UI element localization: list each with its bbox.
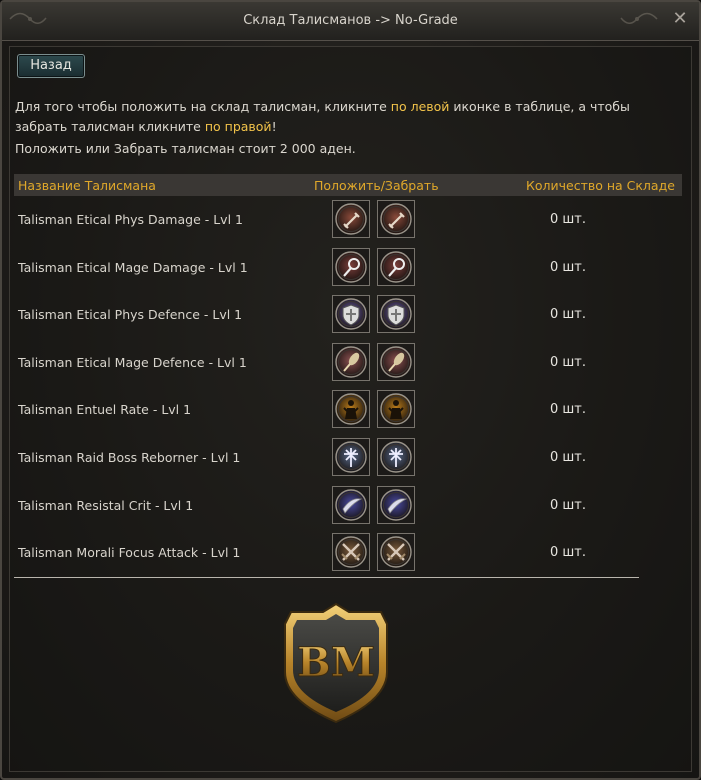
- talisman-name: Talisman Etical Mage Defence - Lvl 1: [18, 354, 247, 370]
- deposit-sword-icon[interactable]: [332, 200, 370, 238]
- instruction-text: Для того чтобы положить на склад талисма…: [15, 99, 391, 114]
- table-divider: [14, 577, 639, 578]
- talisman-quantity: 0 шт.: [549, 354, 586, 370]
- deposit-figure-icon[interactable]: [332, 390, 370, 429]
- talisman-name: Talisman Etical Phys Damage - Lvl 1: [18, 212, 243, 227]
- instruction-highlight-left: по левой: [390, 99, 450, 114]
- talisman-quantity: 0 шт.: [549, 402, 586, 418]
- withdraw-figure-icon[interactable]: [377, 390, 415, 429]
- bm-logo-icon: BM: [284, 602, 388, 724]
- talisman-name: Talisman Resistal Crit - Lvl 1: [18, 497, 194, 513]
- back-button[interactable]: Назад: [17, 54, 85, 78]
- table-header: Название Талисмана Положить/Забрать Коли…: [14, 174, 682, 196]
- talisman-quantity: 0 шт.: [549, 212, 586, 227]
- talisman-name: Talisman Entuel Rate - Lvl 1: [18, 402, 192, 418]
- deposit-crossed-swords-icon[interactable]: [332, 533, 370, 572]
- talisman-name: Talisman Etical Mage Damage - Lvl 1: [18, 259, 248, 275]
- deposit-shield-icon[interactable]: [332, 295, 370, 334]
- withdraw-crossed-swords-icon[interactable]: [377, 533, 415, 572]
- instruction-line-1: Для того чтобы положить на склад талисма…: [15, 99, 630, 114]
- title-bar[interactable]: Склад Талисманов -> No-Grade ✕: [2, 2, 699, 41]
- talisman-quantity: 0 шт.: [549, 450, 586, 465]
- instruction-highlight-right: по правой: [204, 119, 272, 134]
- instruction-text: иконке в таблице, а чтобы: [449, 99, 630, 114]
- svg-text:BM: BM: [297, 639, 375, 686]
- window-title: Склад Талисманов -> No-Grade: [243, 13, 458, 28]
- close-icon[interactable]: ✕: [671, 10, 689, 28]
- talisman-quantity: 0 шт.: [549, 545, 586, 561]
- deposit-blade-icon[interactable]: [332, 485, 370, 524]
- talisman-quantity: 0 шт.: [549, 497, 586, 513]
- header-name: Название Талисмана: [18, 178, 156, 193]
- talisman-quantity: 0 шт.: [549, 259, 586, 275]
- deposit-cross-icon[interactable]: [332, 438, 370, 476]
- deposit-feather-icon[interactable]: [332, 342, 370, 381]
- cost-note: Положить или Забрать талисман стоит 2 00…: [15, 141, 356, 156]
- instruction-text: забрать талисман кликните: [15, 119, 205, 134]
- talisman-quantity: 0 шт.: [549, 307, 586, 323]
- withdraw-blade-icon[interactable]: [377, 485, 415, 524]
- talisman-name: Talisman Etical Phys Defence - Lvl 1: [18, 307, 243, 323]
- header-action: Положить/Забрать: [314, 178, 439, 193]
- withdraw-staff-icon[interactable]: [377, 247, 415, 286]
- talisman-name: Talisman Raid Boss Reborner - Lvl 1: [18, 450, 241, 465]
- withdraw-feather-icon[interactable]: [377, 342, 415, 381]
- withdraw-cross-icon[interactable]: [377, 438, 415, 476]
- withdraw-shield-icon[interactable]: [377, 295, 415, 334]
- instruction-text: !: [271, 119, 277, 134]
- withdraw-sword-icon[interactable]: [377, 200, 415, 238]
- talisman-warehouse-window: Склад Талисманов -> No-Grade ✕ Назад Для…: [0, 0, 701, 780]
- talisman-name: Talisman Morali Focus Attack - Lvl 1: [18, 545, 241, 561]
- header-quantity: Количество на Складе: [526, 178, 675, 193]
- deposit-staff-icon[interactable]: [332, 247, 370, 286]
- instruction-line-2: забрать талисман кликните по правой!: [15, 119, 277, 134]
